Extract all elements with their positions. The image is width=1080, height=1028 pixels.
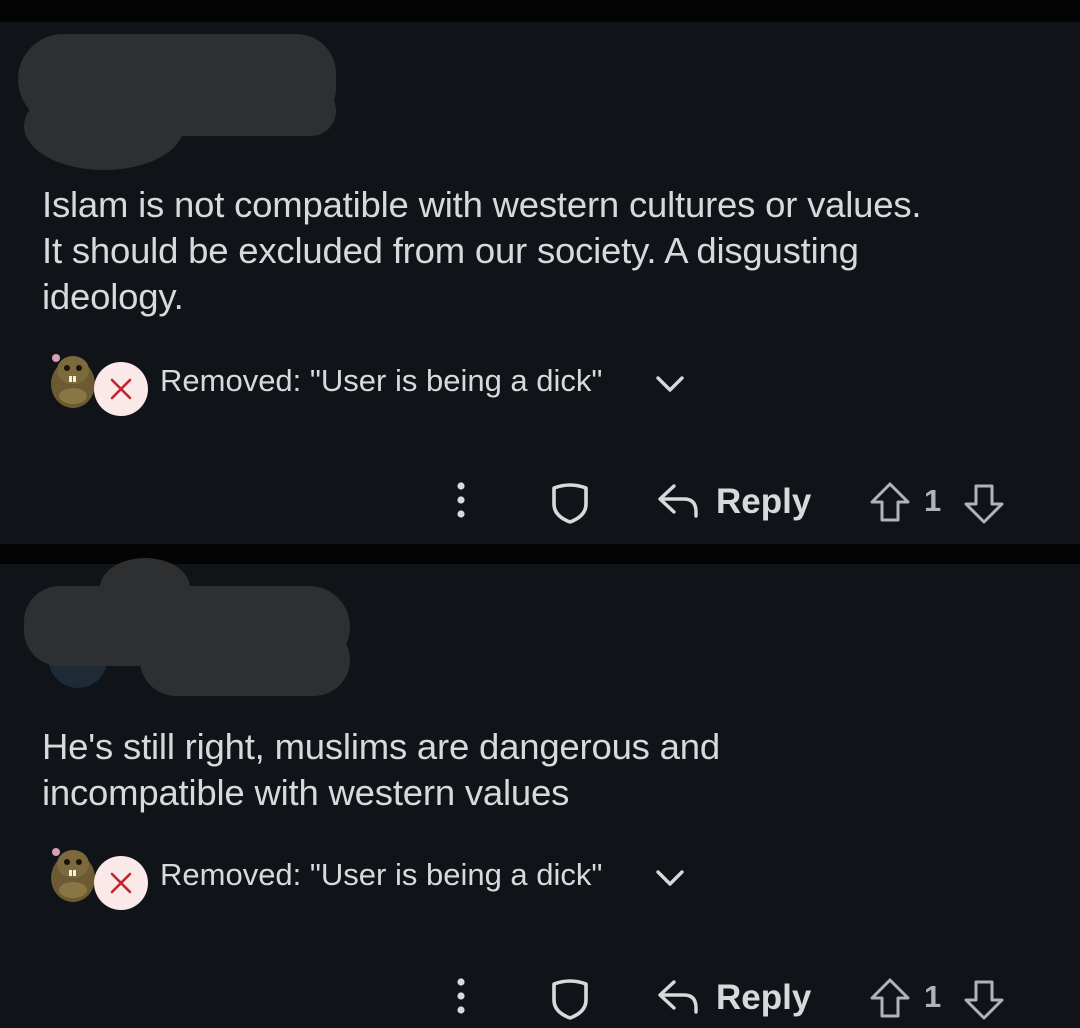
removal-reason: Removed: "User is being a dick" (160, 363, 603, 398)
removal-notice[interactable]: Removed: "User is being a dick" (42, 842, 742, 910)
upvote-arrow-icon[interactable] (868, 480, 912, 524)
upvote-arrow-icon[interactable] (868, 976, 912, 1020)
redacted-avatar (100, 558, 190, 618)
vote-count: 1 (924, 979, 942, 1014)
removal-reason: Removed: "User is being a dick" (160, 857, 603, 892)
x-circle-icon (94, 856, 148, 910)
shield-icon[interactable] (548, 480, 592, 524)
removal-notice[interactable]: Removed: "User is being a dick" (42, 348, 742, 416)
comment-action-bar: Reply 1 (0, 966, 1080, 1026)
redacted-username (140, 624, 350, 696)
comment-action-bar: Reply 1 (0, 470, 1080, 530)
comment-card: He's still right, muslims are dangerous … (0, 558, 1080, 1028)
comment-body-line: incompatible with western values (42, 772, 570, 813)
shield-icon[interactable] (548, 976, 592, 1020)
downvote-arrow-icon[interactable] (962, 482, 1006, 526)
top-divider (0, 0, 1080, 22)
chevron-down-icon[interactable] (654, 370, 686, 398)
reply-label: Reply (716, 978, 812, 1017)
comment-body: Islam is not compatible with western cul… (42, 182, 1052, 320)
redacted-username (150, 86, 336, 136)
reply-button[interactable]: Reply (656, 972, 816, 1022)
comment-body-line: It should be excluded from our society. … (42, 230, 859, 271)
chevron-down-icon[interactable] (654, 864, 686, 892)
comment-body-line: ideology. (42, 276, 184, 317)
downvote-arrow-icon[interactable] (962, 978, 1006, 1022)
reply-button[interactable]: Reply (656, 476, 816, 526)
reply-arrow-icon (656, 482, 700, 520)
comment-body: He's still right, muslims are dangerous … (42, 724, 1052, 816)
comment-body-line: Islam is not compatible with western cul… (42, 184, 922, 225)
x-circle-icon (94, 362, 148, 416)
vote-count: 1 (924, 483, 942, 518)
reply-arrow-icon (656, 978, 700, 1016)
comment-body-line: He's still right, muslims are dangerous … (42, 726, 720, 767)
comment-card: Islam is not compatible with western cul… (0, 22, 1080, 544)
reply-label: Reply (716, 482, 812, 521)
more-vertical-icon[interactable] (446, 480, 476, 520)
more-vertical-icon[interactable] (446, 976, 476, 1016)
